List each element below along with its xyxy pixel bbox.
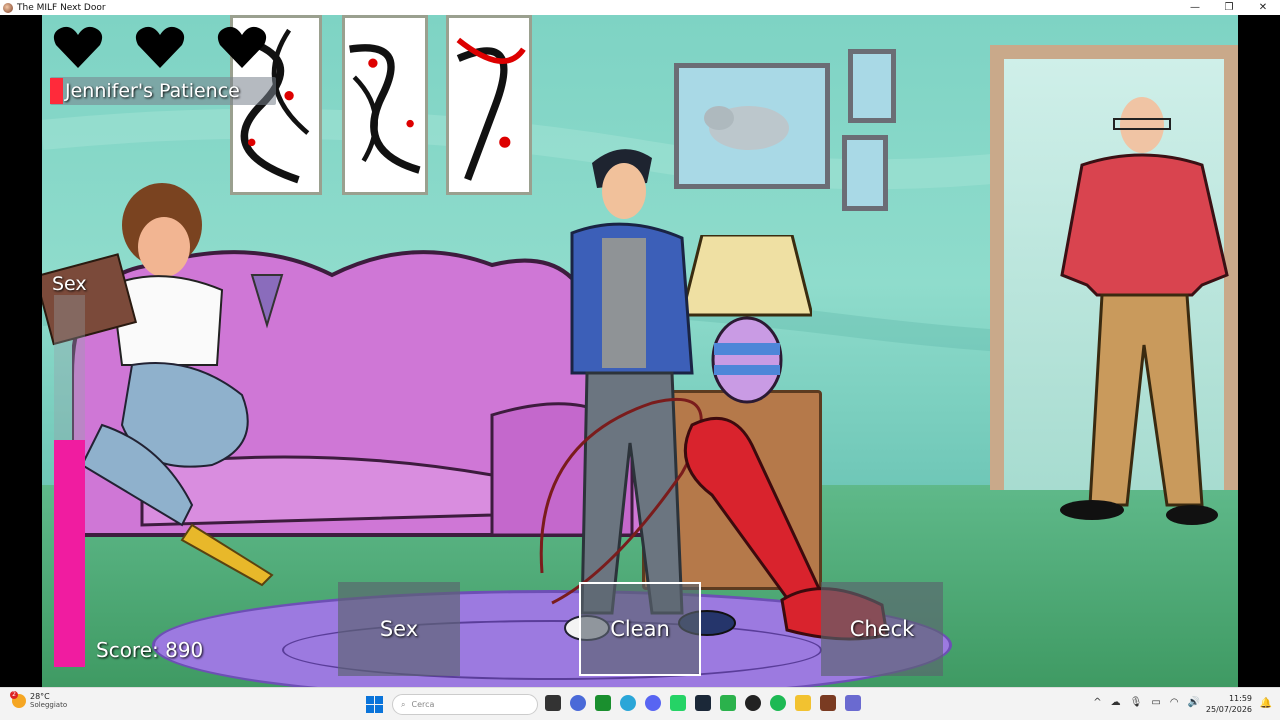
app-icon-green[interactable] <box>720 695 736 711</box>
sex-meter <box>54 295 85 667</box>
whatsapp-icon[interactable] <box>670 695 686 711</box>
lives-hearts <box>53 25 267 69</box>
clock-time: 11:59 <box>1228 694 1252 703</box>
check-button[interactable]: Check <box>821 582 943 676</box>
maximize-button[interactable]: ❐ <box>1212 2 1246 13</box>
app-icon-blue[interactable] <box>570 695 586 711</box>
heart-icon <box>217 26 267 68</box>
score-display: Score: 890 <box>96 638 204 662</box>
patience-label: Jennifer's Patience <box>65 80 240 102</box>
sex-meter-fill <box>54 440 85 667</box>
sex-button[interactable]: Sex <box>338 582 460 676</box>
clean-button[interactable]: Clean <box>579 582 701 676</box>
edge-icon[interactable] <box>620 695 636 711</box>
abstract-painting-2 <box>342 15 428 195</box>
small-picture-frame-1 <box>848 49 896 123</box>
onedrive-icon[interactable]: ☁ <box>1111 697 1121 708</box>
windows-taskbar: 2 28°C Soleggiato ⌕ Cerca ^ ☁ 🎙 ▭ ◠ 🔊 11… <box>0 687 1280 720</box>
wifi-icon[interactable]: ◠ <box>1170 697 1179 708</box>
close-button[interactable]: ✕ <box>1246 2 1280 13</box>
battery-icon[interactable]: ▭ <box>1151 697 1160 708</box>
sun-icon: 2 <box>10 691 26 708</box>
window-title: The MILF Next Door <box>17 2 106 13</box>
search-icon: ⌕ <box>401 699 406 709</box>
system-tray: ^ ☁ 🎙 ▭ ◠ 🔊 <box>1093 697 1200 708</box>
clock[interactable]: 11:59 25/07/2026 <box>1206 693 1252 715</box>
xbox-icon[interactable] <box>595 695 611 711</box>
spotify-icon[interactable] <box>770 695 786 711</box>
abstract-painting-3 <box>446 15 532 195</box>
weather-temp: 28°C <box>30 692 50 701</box>
meter-label: Sex <box>52 273 87 295</box>
weather-condition: Soleggiato <box>30 701 68 709</box>
husband-character[interactable] <box>1052 95 1232 525</box>
clock-date: 25/07/2026 <box>1205 705 1252 714</box>
window-titlebar: The MILF Next Door — ❐ ✕ <box>0 0 1280 15</box>
game-viewport[interactable]: Jennifer's Patience Sex Score: 890 Sex C… <box>0 15 1280 687</box>
volume-icon[interactable]: 🔊 <box>1188 697 1200 708</box>
task-view-icon[interactable] <box>545 695 561 711</box>
pinned-apps <box>545 695 861 711</box>
game-icon[interactable] <box>820 695 836 711</box>
app-icon <box>3 2 13 13</box>
notification-badge: 2 <box>10 691 18 699</box>
chevron-up-icon[interactable]: ^ <box>1093 697 1101 708</box>
patience-fill <box>50 78 63 104</box>
steam-icon[interactable] <box>695 695 711 711</box>
patience-bar: Jennifer's Patience <box>50 77 276 105</box>
mic-icon[interactable]: 🎙 <box>1130 697 1143 708</box>
heart-icon <box>135 26 185 68</box>
notification-bell-icon[interactable]: 🔔 <box>1260 698 1272 709</box>
heart-icon <box>53 26 103 68</box>
discord-icon[interactable] <box>645 695 661 711</box>
app-icon-dark[interactable] <box>745 695 761 711</box>
taskbar-search[interactable]: ⌕ Cerca <box>392 694 538 715</box>
minimize-button[interactable]: — <box>1178 2 1212 13</box>
search-placeholder: Cerca <box>411 700 435 709</box>
start-button[interactable] <box>366 696 383 713</box>
weather-widget[interactable]: 2 28°C Soleggiato <box>10 691 68 710</box>
small-picture-frame-2 <box>842 135 888 211</box>
snipping-icon[interactable] <box>845 695 861 711</box>
folder-icon[interactable] <box>795 695 811 711</box>
